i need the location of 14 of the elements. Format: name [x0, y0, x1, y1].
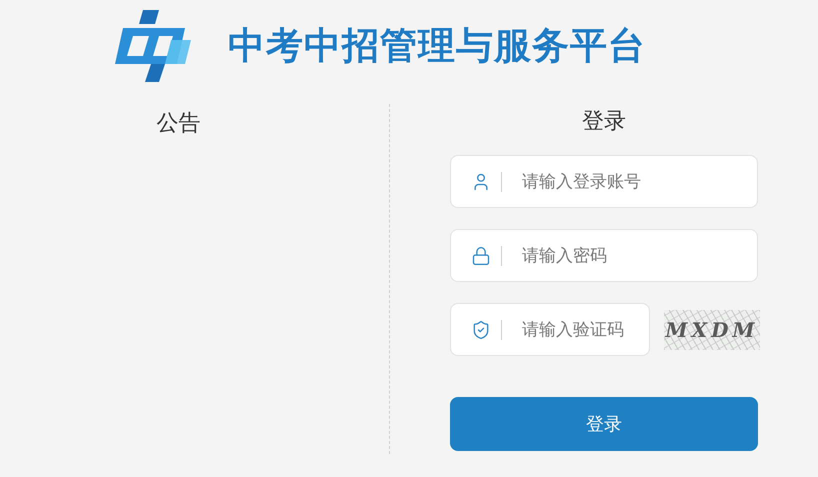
captcha-image[interactable]: MXDM [664, 310, 760, 350]
login-button[interactable]: 登录 [450, 397, 758, 451]
lock-icon [471, 246, 491, 266]
login-field[interactable]: 请输入登录账号 [450, 155, 758, 208]
notice-heading: 公告 [156, 109, 200, 136]
input-field[interactable]: 请输入登录账号 [522, 168, 749, 194]
input-field[interactable]: 请输入密码 [522, 242, 749, 268]
input-field[interactable]: 请输入验证码 [522, 316, 641, 342]
platform-title: 中考中招管理与服务平台 [228, 24, 646, 68]
login-field[interactable]: 请输入验证码 [450, 303, 650, 356]
shield-check-icon [471, 320, 491, 340]
logo-icon [115, 10, 191, 82]
login-heading: 登录 [582, 107, 626, 134]
login-field[interactable]: 请输入密码 [450, 229, 758, 282]
